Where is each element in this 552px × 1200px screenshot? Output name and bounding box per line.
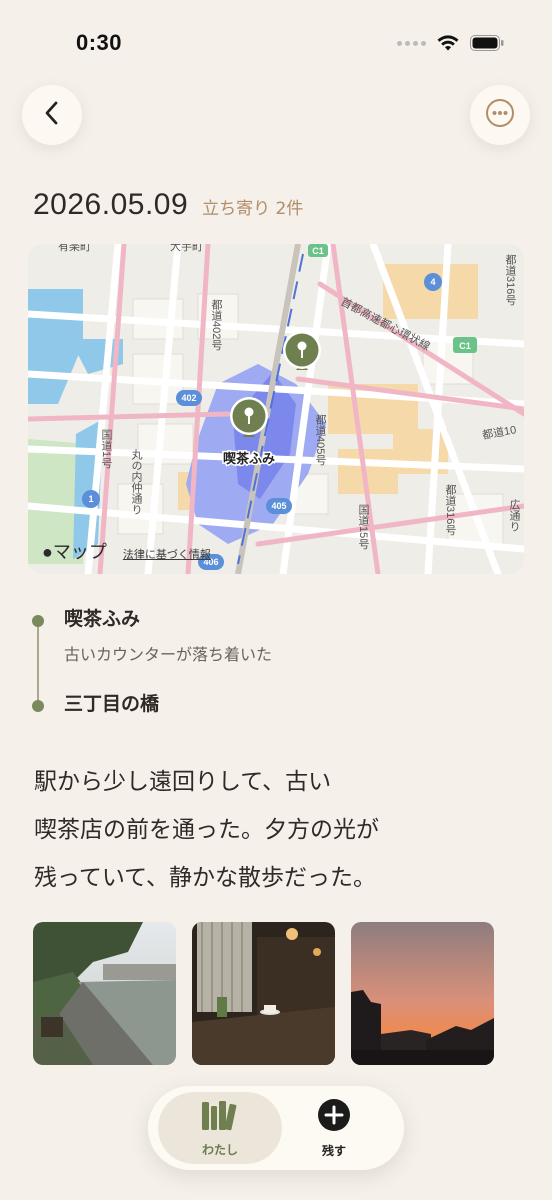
timeline-line: [37, 620, 39, 706]
map-label-top-left: 有楽町: [58, 244, 91, 253]
map-label-toto402: 都道402号: [210, 299, 223, 351]
wifi-icon: [436, 34, 460, 52]
back-button[interactable]: [22, 85, 82, 145]
journal-text: 駅から少し遠回りして、古い 喫茶店の前を通った。夕方の光が 残っていて、静かな散…: [34, 758, 494, 902]
tab-add[interactable]: 残す: [272, 1092, 396, 1164]
stops-timeline: 喫茶ふみ 古いカウンターが落ち着いた 三丁目の橋: [32, 600, 512, 720]
map-label-c1-top: C1: [312, 246, 324, 256]
timeline-item-kissa-fumi[interactable]: 喫茶ふみ 古いカウンターが落ち着いた: [64, 604, 272, 665]
map-label-marunouchi: 丸の内仲通り: [130, 449, 143, 515]
map-label-route1: 1: [88, 494, 93, 504]
map-label-c1-right: C1: [459, 341, 471, 351]
books-icon: [200, 1099, 240, 1135]
map-legal-link[interactable]: 法律に基づく情報: [123, 546, 211, 562]
tab-mine[interactable]: わたし: [158, 1092, 282, 1164]
map-label-route4: 4: [430, 277, 435, 287]
stops-count: 立ち寄り 2件: [202, 199, 304, 219]
apple-logo-icon: ●: [42, 542, 53, 562]
entry-header: 2026.05.09 立ち寄り 2件: [33, 188, 303, 222]
ellipsis-icon: [484, 97, 516, 133]
map-label-toto405: 都道405号: [314, 414, 327, 466]
timeline-dot: [32, 700, 44, 712]
cellular-signal-icon: [397, 40, 426, 46]
map-label-toto316-top: 都道316号: [504, 254, 517, 306]
map-pin-label: 喫茶ふみ: [223, 451, 275, 466]
chevron-left-icon: [41, 100, 63, 130]
map-label-kokudo1: 国道1号: [100, 429, 113, 469]
tab-label: わたし: [201, 1142, 238, 1157]
status-icons: [397, 34, 504, 52]
more-button[interactable]: [470, 85, 530, 145]
map-label-toto316-bottom: 都道316号: [444, 484, 457, 536]
stop-note: 古いカウンターが落ち着いた: [64, 645, 273, 664]
map-label-route402: 402: [181, 393, 196, 403]
map-label-route405: 405: [271, 501, 286, 511]
map-brand: ●マップ: [42, 542, 107, 562]
status-bar: 0:30: [0, 0, 552, 90]
timeline-dot: [32, 615, 44, 627]
tab-bar: わたし 残す: [148, 1086, 404, 1170]
cafe-photo[interactable]: [192, 922, 335, 1065]
river-photo[interactable]: [33, 922, 176, 1065]
battery-icon: [470, 35, 504, 51]
stop-title: 三丁目の橋: [64, 693, 160, 715]
journal-line: 残っていて、静かな散歩だった。: [34, 865, 377, 891]
route-map[interactable]: C1 C1 4 402 405 406 1 有楽町 大手町 首都高速都心環状線 …: [28, 244, 524, 574]
entry-date: 2026.05.09: [33, 188, 189, 221]
journal-line: 喫茶店の前を通った。夕方の光が: [34, 817, 379, 843]
journal-line: 駅から少し遠回りして、古い: [34, 769, 332, 795]
map-label-top-mid: 大手町: [170, 244, 203, 253]
sunset-photo[interactable]: [351, 922, 494, 1065]
map-attribution: ●マップ 法律に基づく情報: [42, 538, 211, 564]
tab-label: 残す: [321, 1143, 346, 1158]
photo-strip: [33, 922, 494, 1065]
plus-circle-icon: [317, 1098, 351, 1136]
status-time: 0:30: [76, 30, 123, 55]
timeline-item-bridge[interactable]: 三丁目の橋: [64, 689, 159, 716]
map-label-kokudo15: 国道15号: [357, 504, 370, 550]
stop-title: 喫茶ふみ: [64, 608, 141, 630]
map-label-right-edge: 広通り: [508, 499, 521, 532]
